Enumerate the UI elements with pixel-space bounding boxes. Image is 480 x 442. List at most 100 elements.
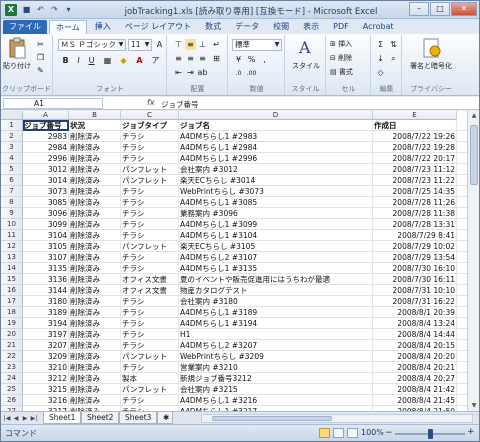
- zoom-level[interactable]: 100%: [361, 428, 384, 437]
- tab-formulas[interactable]: 数式: [199, 20, 227, 34]
- row-header[interactable]: 25: [1, 384, 23, 395]
- zoom-in-icon[interactable]: +: [467, 427, 475, 437]
- cell[interactable]: オフィス文書: [121, 274, 179, 285]
- cell[interactable]: 3107: [23, 252, 69, 263]
- cell[interactable]: チラシ: [121, 296, 179, 307]
- next-sheet-icon[interactable]: ▶: [21, 414, 29, 423]
- cell[interactable]: 2008/8/4 21:42: [373, 384, 457, 395]
- cell[interactable]: 2008/7/28 13:31: [373, 219, 457, 230]
- cell[interactable]: 2008/7/23 11:22: [373, 175, 457, 186]
- wrap-text-icon[interactable]: ↵: [211, 39, 222, 50]
- align-center-icon[interactable]: ≡: [185, 53, 196, 64]
- row-header[interactable]: 13: [1, 252, 23, 263]
- autosum-icon[interactable]: Σ: [375, 39, 386, 50]
- cell[interactable]: 3215: [23, 384, 69, 395]
- cell[interactable]: A4DMちらし1 #3216: [179, 395, 373, 406]
- column-header[interactable]: A: [23, 111, 69, 120]
- cell[interactable]: 2008/8/4 21:45: [373, 395, 457, 406]
- row-header[interactable]: 16: [1, 285, 23, 296]
- cell[interactable]: A4DMちらし1 #3189: [179, 307, 373, 318]
- sheet-tab-1[interactable]: Sheet1: [43, 412, 82, 424]
- horizontal-scrollbar[interactable]: [201, 414, 473, 423]
- format-cells-button[interactable]: ▤ 書式: [330, 67, 353, 78]
- grow-font-icon[interactable]: A: [154, 39, 165, 50]
- cell[interactable]: チラシ: [121, 395, 179, 406]
- cell[interactable]: 削除済み: [69, 175, 121, 186]
- scroll-down-icon[interactable]: ▼: [468, 401, 480, 411]
- cell[interactable]: 削除済み: [69, 329, 121, 340]
- cell[interactable]: 2008/7/23 11:12: [373, 164, 457, 175]
- phonetic-icon[interactable]: ア: [150, 55, 161, 66]
- cell[interactable]: WebPrintちらし #3209: [179, 351, 373, 362]
- find-icon[interactable]: ⌕: [388, 53, 399, 64]
- percent-icon[interactable]: %: [246, 54, 257, 65]
- cell[interactable]: 削除済み: [69, 285, 121, 296]
- row-header[interactable]: 10: [1, 219, 23, 230]
- font-size-combo[interactable]: 11 ▼: [128, 39, 152, 51]
- font-name-combo[interactable]: ＭＳ Ｐゴシック ▼: [58, 39, 126, 51]
- paste-button[interactable]: 貼り付け: [3, 37, 31, 71]
- cell[interactable]: 削除済み: [69, 373, 121, 384]
- formula-input[interactable]: ジョブ番号: [161, 99, 199, 110]
- cell[interactable]: 業務案内 #3096: [179, 208, 373, 219]
- column-header[interactable]: D: [179, 111, 373, 120]
- cell[interactable]: ジョブ名: [179, 120, 373, 131]
- page-layout-view-icon[interactable]: [333, 428, 344, 438]
- sort-filter-icon[interactable]: ⇅: [388, 39, 399, 50]
- cell[interactable]: 3012: [23, 164, 69, 175]
- cell[interactable]: WebPrintちらし #3073: [179, 186, 373, 197]
- cell[interactable]: 3096: [23, 208, 69, 219]
- cell[interactable]: 楽天ECちらし #3105: [179, 241, 373, 252]
- tab-review[interactable]: 校閲: [267, 20, 295, 34]
- cell[interactable]: 2008/7/31 10:10: [373, 285, 457, 296]
- column-header[interactable]: E: [373, 111, 457, 120]
- row-header[interactable]: 21: [1, 340, 23, 351]
- row-header[interactable]: 2: [1, 131, 23, 142]
- cell[interactable]: 2008/7/22 20:17: [373, 153, 457, 164]
- increase-indent-icon[interactable]: ⇥: [185, 67, 196, 78]
- align-top-icon[interactable]: ⊤: [173, 39, 184, 50]
- first-sheet-icon[interactable]: |◀: [3, 414, 11, 423]
- cell[interactable]: A4DMちらし1 #3104: [179, 230, 373, 241]
- cell[interactable]: 楽天ECちらし #3014: [179, 175, 373, 186]
- row-header[interactable]: 4: [1, 153, 23, 164]
- tab-file[interactable]: ファイル: [3, 20, 47, 34]
- zoom-out-icon[interactable]: −: [385, 428, 393, 438]
- cell[interactable]: 削除済み: [69, 362, 121, 373]
- cell[interactable]: 2008/7/29 10:02: [373, 241, 457, 252]
- save-icon[interactable]: ■: [21, 4, 32, 15]
- cell[interactable]: 削除済み: [69, 307, 121, 318]
- sign-encrypt-button[interactable]: 署名と暗号化: [405, 37, 457, 71]
- row-header[interactable]: 22: [1, 351, 23, 362]
- cell[interactable]: 3073: [23, 186, 69, 197]
- cell[interactable]: 3099: [23, 219, 69, 230]
- cell[interactable]: 3180: [23, 296, 69, 307]
- normal-view-icon[interactable]: [319, 428, 330, 438]
- cell[interactable]: 削除済み: [69, 131, 121, 142]
- prev-sheet-icon[interactable]: ◀: [12, 414, 20, 423]
- cell[interactable]: チラシ: [121, 186, 179, 197]
- cell[interactable]: 2008/7/29 13:54: [373, 252, 457, 263]
- align-middle-icon[interactable]: ≡: [185, 39, 196, 50]
- cell[interactable]: チラシ: [121, 340, 179, 351]
- cell[interactable]: 会社案内 #3180: [179, 296, 373, 307]
- cell[interactable]: 2008/7/30 16:10: [373, 263, 457, 274]
- cell[interactable]: チラシ: [121, 230, 179, 241]
- row-header[interactable]: 14: [1, 263, 23, 274]
- cell[interactable]: パンフレット: [121, 241, 179, 252]
- cell[interactable]: パンフレット: [121, 164, 179, 175]
- row-header[interactable]: 26: [1, 395, 23, 406]
- cell[interactable]: ジョブ番号: [23, 120, 69, 131]
- cell[interactable]: 2008/7/28 11:38: [373, 208, 457, 219]
- row-header[interactable]: 7: [1, 186, 23, 197]
- close-icon[interactable]: ✕: [451, 2, 477, 16]
- zoom-slider[interactable]: [395, 429, 465, 439]
- italic-icon[interactable]: I: [73, 55, 84, 66]
- cell[interactable]: 2008/8/4 20:21: [373, 362, 457, 373]
- cell[interactable]: 3135: [23, 263, 69, 274]
- row-header[interactable]: 20: [1, 329, 23, 340]
- row-header[interactable]: 24: [1, 373, 23, 384]
- borders-icon[interactable]: ▦: [102, 55, 113, 66]
- cell[interactable]: チラシ: [121, 153, 179, 164]
- cell[interactable]: 削除済み: [69, 164, 121, 175]
